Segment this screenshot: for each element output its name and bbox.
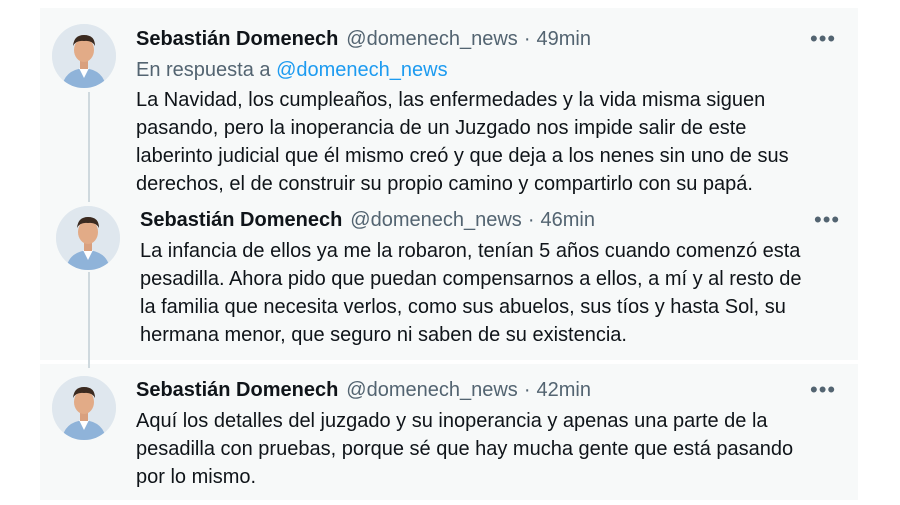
tweet-text-line: la familia que necesita verlos, como sus… [140, 296, 786, 318]
tweet-header: Sebastián Domenech @domenech_news · 49mi… [136, 28, 591, 51]
author-name[interactable]: Sebastián Domenech [140, 209, 342, 232]
reply-mention-link[interactable]: @domenech_news [276, 59, 448, 81]
tweet-text-line: Aquí los detalles del juzgado y su inope… [136, 410, 768, 432]
tweet-text-line: por lo mismo. [136, 466, 257, 488]
thread-connector [88, 92, 90, 202]
author-handle[interactable]: @domenech_news [346, 28, 518, 51]
timestamp[interactable]: 42min [536, 379, 590, 402]
timestamp[interactable]: 46min [540, 209, 594, 232]
tweet-text-line: laberinto judicial que él mismo creó y q… [136, 145, 789, 167]
timestamp[interactable]: 49min [536, 28, 590, 51]
profile-photo-icon [56, 206, 120, 270]
tweet-header: Sebastián Domenech @domenech_news · 46mi… [140, 209, 595, 232]
profile-photo-icon [52, 376, 116, 440]
author-handle[interactable]: @domenech_news [350, 209, 522, 232]
avatar[interactable] [52, 24, 116, 88]
tweet-text-line: La infancia de ellos ya me la robaron, t… [140, 240, 801, 262]
tweet-text-line: pesadilla con pruebas, porque sé que hay… [136, 438, 794, 460]
tweet-text-line: La Navidad, los cumpleaños, las enfermed… [136, 89, 766, 111]
tweet-text-line: derechos, el de construir su propio cami… [136, 173, 753, 195]
more-options-icon[interactable]: ••• [814, 209, 840, 231]
reply-prefix: En respuesta a [136, 59, 271, 81]
more-options-icon[interactable]: ••• [810, 379, 836, 401]
tweet-text: La infancia de ellos ya me la robaron, t… [140, 237, 830, 349]
author-name[interactable]: Sebastián Domenech [136, 28, 338, 51]
avatar[interactable] [56, 206, 120, 270]
profile-photo-icon [52, 24, 116, 88]
reply-context: En respuesta a @domenech_news [136, 59, 448, 82]
tweet-text-line: pasando, pero la inoperancia de un Juzga… [136, 117, 747, 139]
separator-dot: · [527, 209, 535, 231]
separator-dot: · [523, 28, 531, 50]
more-options-icon[interactable]: ••• [810, 28, 836, 50]
tweet-header: Sebastián Domenech @domenech_news · 42mi… [136, 379, 591, 402]
tweet-text: La Navidad, los cumpleaños, las enfermed… [136, 86, 826, 198]
author-name[interactable]: Sebastián Domenech [136, 379, 338, 402]
separator-dot: · [523, 379, 531, 401]
thread-connector [88, 272, 90, 368]
tweet-text: Aquí los detalles del juzgado y su inope… [136, 407, 826, 491]
avatar[interactable] [52, 376, 116, 440]
author-handle[interactable]: @domenech_news [346, 379, 518, 402]
tweet-text-line: pesadilla. Ahora pido que puedan compens… [140, 268, 802, 290]
tweet-text-line: hermana menor, que seguro ni saben de su… [140, 324, 627, 346]
